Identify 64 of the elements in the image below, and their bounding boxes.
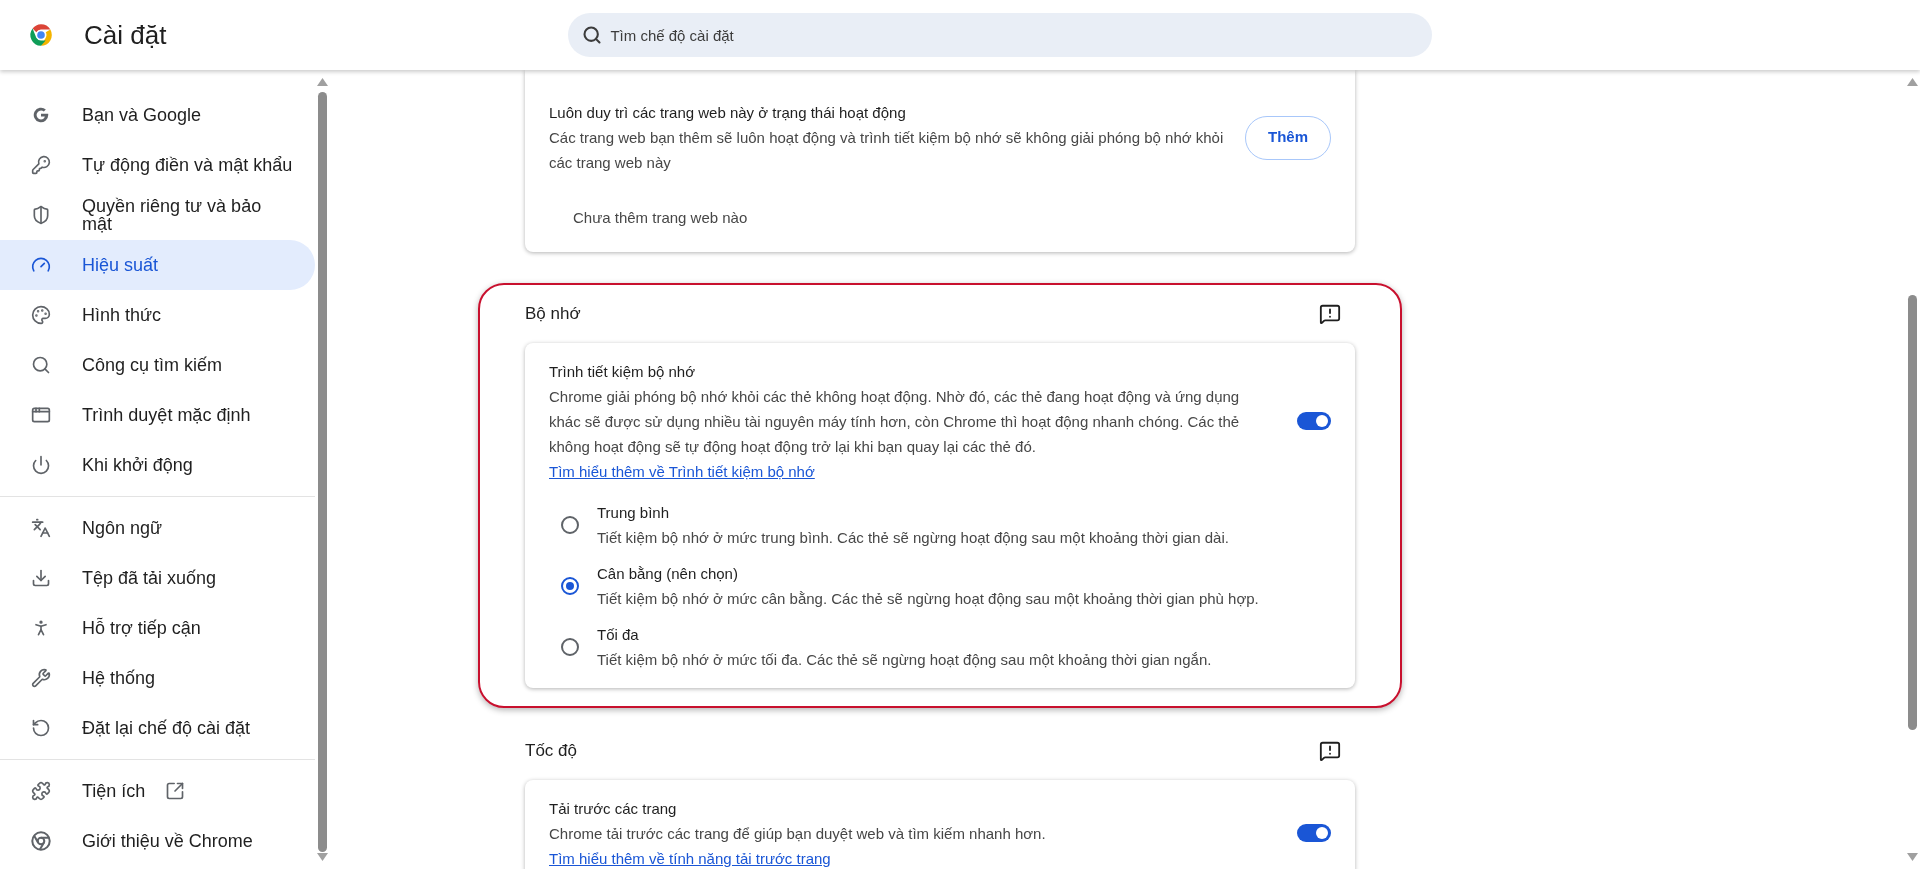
- scrollbar-thumb[interactable]: [318, 92, 327, 852]
- sidebar-item[interactable]: Hình thức: [0, 290, 315, 340]
- learn-more-link[interactable]: Tìm hiểu thêm về Trình tiết kiệm bộ nhớ: [549, 462, 815, 480]
- chrome-logo-icon: [28, 22, 54, 48]
- section-heading: Tốc độ: [525, 739, 577, 762]
- setting-description: Chrome giải phóng bộ nhớ khỏi các thẻ không hoạt động. Nhờ đó, các thẻ đang hoạt động và ứng dụng khác sẽ được sử dụng nhiều tài nguyên máy tính hơn, còn Chrome thì hoạt động nhanh chóng. Các thẻ không hoạt động sẽ tự động hoạt động trở lại khi bạn quay lại các thẻ đó. Tìm hiểu thêm về Trình tiết kiệm bộ nhớ: [549, 386, 1241, 482]
- search-field[interactable]: Tìm chế độ cài đặt: [568, 13, 1433, 57]
- sidebar-item[interactable]: Tệp đã tải xuống: [0, 553, 315, 603]
- radio-button[interactable]: [561, 515, 579, 534]
- sidebar-item[interactable]: Hỗ trợ tiếp cận: [0, 603, 315, 653]
- wrench-icon: [31, 668, 51, 688]
- page-title: Cài đặt: [84, 18, 167, 52]
- external-link-icon: [165, 781, 186, 801]
- sidebar-item[interactable]: Ngôn ngữ: [0, 503, 315, 553]
- shield-icon: [31, 205, 51, 225]
- setting-title: Trình tiết kiệm bộ nhớ: [549, 361, 696, 382]
- sidebar-item[interactable]: Công cụ tìm kiếm: [0, 340, 315, 390]
- sidebar-item[interactable]: Quyền riêng tư và bảo mật: [0, 190, 315, 240]
- sidebar-item[interactable]: Bạn và Google: [0, 90, 315, 140]
- sidebar-item[interactable]: Trình duyệt mặc định: [0, 390, 315, 440]
- download-icon: [31, 568, 51, 588]
- option-label: Cân bằng (nên chọn): [597, 563, 739, 584]
- learn-more-link[interactable]: Tìm hiểu thêm về tính năng tải trước trang: [549, 849, 831, 867]
- sidebar-item[interactable]: Giới thiệu về Chrome: [0, 816, 315, 866]
- empty-list-text: Chưa thêm trang web nào: [573, 208, 749, 228]
- section-heading: Bộ nhớ: [525, 302, 581, 325]
- scroll-down-arrow-icon[interactable]: [317, 853, 328, 861]
- scroll-down-arrow-icon[interactable]: [1907, 853, 1918, 861]
- sidebar-item[interactable]: Đặt lại chế độ cài đặt: [0, 703, 315, 753]
- sidebar-item[interactable]: Hiệu suất: [0, 240, 315, 290]
- option-description: Tiết kiệm bộ nhớ ở mức tối đa. Các thẻ sẽ ngừng hoạt động sau một khoảng thời gian ngắn.: [597, 649, 1212, 670]
- option-label: Trung bình: [597, 502, 670, 523]
- window-icon: [31, 405, 51, 425]
- setting-title: Tải trước các trang: [549, 798, 678, 819]
- scroll-up-arrow-icon[interactable]: [1907, 78, 1918, 86]
- g-letter-icon: [31, 105, 51, 125]
- setting-description: Chrome tải trước các trang để giúp bạn duyệt web và tìm kiếm nhanh hơn. Tìm hiểu thêm về tính năng tải trước trang: [549, 823, 1047, 869]
- reset-icon: [31, 718, 51, 738]
- chrome-logo-icon: [30, 830, 52, 852]
- translate-icon: [31, 518, 51, 538]
- option-label: Tối đa: [597, 624, 640, 645]
- power-icon: [31, 455, 51, 475]
- setting-title: Luôn duy trì các trang web này ở trạng thái hoạt động: [549, 103, 907, 123]
- feedback-icon[interactable]: [1319, 302, 1341, 325]
- gauge-icon: [31, 255, 51, 275]
- feedback-icon[interactable]: [1319, 739, 1341, 762]
- scroll-up-arrow-icon[interactable]: [317, 78, 328, 86]
- puzzle-icon: [31, 781, 51, 801]
- key-icon: [31, 155, 51, 175]
- sidebar-item[interactable]: Tiện ích: [0, 766, 315, 816]
- sidebar-item[interactable]: Hệ thống: [0, 653, 315, 703]
- palette-icon: [31, 305, 51, 325]
- radio-button[interactable]: [561, 576, 579, 595]
- toggle-switch[interactable]: [1297, 824, 1331, 842]
- sidebar-item[interactable]: Khi khởi động: [0, 440, 315, 490]
- radio-button[interactable]: [561, 637, 579, 656]
- scrollbar-thumb[interactable]: [1908, 295, 1917, 730]
- option-description: Tiết kiệm bộ nhớ ở mức trung bình. Các thẻ sẽ ngừng hoạt động sau một khoảng thời gian dài.: [597, 527, 1229, 548]
- option-description: Tiết kiệm bộ nhớ ở mức cân bằng. Các thẻ sẽ ngừng hoạt động sau một khoảng thời gian phù hợp.: [597, 588, 1259, 609]
- sidebar-item[interactable]: Tự động điền và mật khẩu: [0, 140, 315, 190]
- search-icon: [31, 355, 51, 375]
- setting-description: Các trang web bạn thêm sẽ luôn hoạt động và trình tiết kiệm bộ nhớ sẽ không giải phóng bộ nhớ khỏi các trang web này: [549, 128, 1225, 173]
- search-icon: [582, 25, 603, 45]
- toggle-switch[interactable]: [1297, 412, 1331, 430]
